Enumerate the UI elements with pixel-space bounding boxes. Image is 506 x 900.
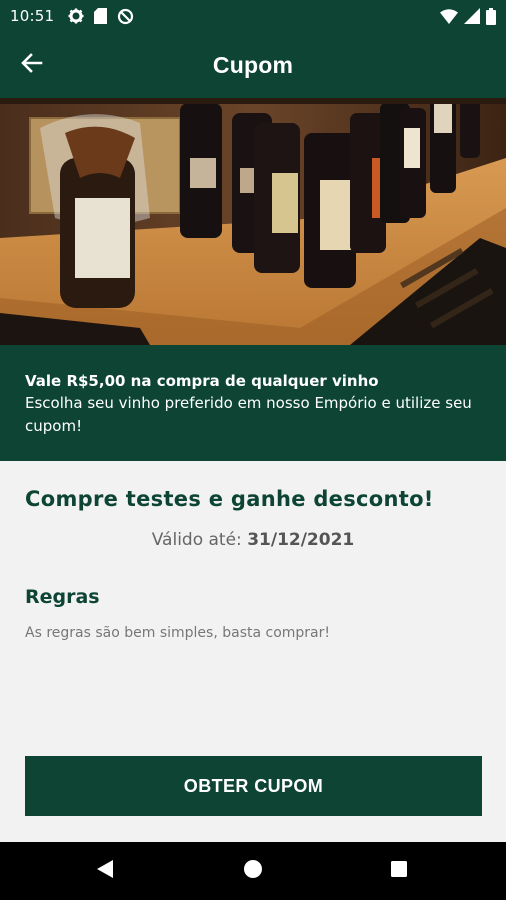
app-bar: Cupom xyxy=(0,32,506,98)
gear-icon xyxy=(68,8,84,24)
signal-icon xyxy=(464,8,480,24)
system-nav-bar xyxy=(0,842,506,900)
rules-text: As regras são bem simples, basta comprar… xyxy=(25,625,330,641)
hero-image xyxy=(0,98,506,345)
status-bar: 10:51 xyxy=(0,0,506,32)
validity-line: Válido até: 31/12/2021 xyxy=(0,530,506,550)
battery-icon xyxy=(486,7,496,25)
nav-recents-button[interactable] xyxy=(387,859,411,883)
back-button[interactable] xyxy=(14,47,50,83)
coupon-info-band: Vale R$5,00 na compra de qualquer vinho … xyxy=(0,345,506,461)
coupon-description: Escolha seu vinho preferido em nosso Emp… xyxy=(25,394,472,435)
get-coupon-button[interactable]: OBTER CUPOM xyxy=(25,756,482,816)
validity-date: 31/12/2021 xyxy=(247,530,355,550)
campaign-title: Compre testes e ganhe desconto! xyxy=(25,487,434,511)
recents-square-icon xyxy=(389,859,409,883)
status-time: 10:51 xyxy=(10,7,55,25)
wifi-icon xyxy=(440,8,458,24)
wine-shelf-photo xyxy=(0,98,506,345)
data-saver-icon xyxy=(117,8,134,25)
back-triangle-icon xyxy=(95,859,115,883)
coupon-details: Compre testes e ganhe desconto! Válido a… xyxy=(0,461,506,842)
page-title: Cupom xyxy=(212,51,294,78)
nav-home-button[interactable] xyxy=(241,859,265,883)
nav-back-button[interactable] xyxy=(93,859,117,883)
status-icons-left xyxy=(68,8,134,25)
validity-label: Válido até: xyxy=(151,530,242,550)
coupon-headline: Vale R$5,00 na compra de qualquer vinho xyxy=(25,372,379,390)
home-circle-icon xyxy=(243,859,263,883)
sd-card-icon xyxy=(94,8,108,24)
arrow-left-icon xyxy=(21,52,43,78)
status-icons-right xyxy=(440,7,496,25)
rules-heading: Regras xyxy=(25,586,100,608)
